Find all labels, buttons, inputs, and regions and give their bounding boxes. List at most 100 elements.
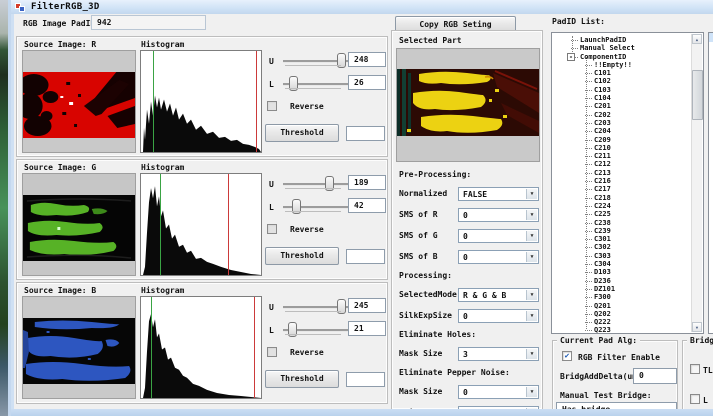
tree-item[interactable]: C239: [552, 227, 691, 235]
chevron-down-icon[interactable]: ▼: [526, 189, 537, 199]
l-slider-thumb-r[interactable]: [289, 76, 298, 91]
source-image-g[interactable]: [22, 173, 136, 276]
scrollbar-thumb[interactable]: [692, 70, 703, 120]
tree-item[interactable]: D103: [552, 268, 691, 276]
tree-item-label: Q223: [594, 326, 611, 333]
tree-item[interactable]: C302: [552, 243, 691, 251]
u-slider-thumb-r[interactable]: [337, 53, 346, 68]
u-value-g[interactable]: 189: [348, 175, 386, 190]
u-value-b[interactable]: 245: [348, 298, 386, 313]
bridge-add-delta-input[interactable]: 0: [633, 368, 677, 384]
bridge-l-checkbox[interactable]: [690, 394, 700, 404]
l-slider-thumb-b[interactable]: [288, 322, 297, 337]
tree-item[interactable]: C103: [552, 86, 691, 94]
l-value-b[interactable]: 21: [348, 321, 386, 336]
u-slider-b[interactable]: [283, 299, 349, 315]
tree-item[interactable]: C202: [552, 111, 691, 119]
tree-item[interactable]: C238: [552, 219, 691, 227]
tree-item[interactable]: C102: [552, 77, 691, 85]
threshold-value-box-r[interactable]: [346, 126, 385, 141]
manual-test-bridge-input[interactable]: Has bridge: [556, 402, 677, 409]
tree-item[interactable]: C211: [552, 152, 691, 160]
chevron-down-icon[interactable]: ▼: [526, 349, 537, 359]
bridge-tl-checkbox[interactable]: [690, 364, 700, 374]
threshold-value-box-g[interactable]: [346, 249, 385, 264]
tree-item[interactable]: C210: [552, 144, 691, 152]
tree-item[interactable]: C212: [552, 160, 691, 168]
l-value-g[interactable]: 42: [348, 198, 386, 213]
rgb-image-padid-value[interactable]: 942: [91, 15, 206, 30]
tree-item[interactable]: C104: [552, 94, 691, 102]
param-dropdown[interactable]: R & G & B▼: [458, 288, 539, 302]
param-dropdown[interactable]: 3▼: [458, 347, 539, 361]
param-dropdown[interactable]: 0▼: [458, 229, 539, 243]
tree-item[interactable]: C217: [552, 185, 691, 193]
reverse-checkbox-g[interactable]: [267, 224, 277, 234]
tree-item[interactable]: C301: [552, 235, 691, 243]
tree-item[interactable]: Q202: [552, 310, 691, 318]
tree-item[interactable]: !!Empty!!: [552, 61, 691, 69]
tree-item[interactable]: C216: [552, 177, 691, 185]
l-value-r[interactable]: 26: [348, 75, 386, 90]
param-dropdown[interactable]: 0▼: [458, 250, 539, 264]
threshold-button-g[interactable]: Threshold: [265, 247, 339, 265]
tree-item[interactable]: F300: [552, 293, 691, 301]
reverse-checkbox-r[interactable]: [267, 101, 277, 111]
tree-item-label: C203: [594, 119, 611, 127]
chevron-down-icon[interactable]: ▼: [526, 252, 537, 262]
source-image-b[interactable]: [22, 296, 136, 399]
source-image-r[interactable]: [22, 50, 136, 153]
titlebar[interactable]: FilterRGB_3D: [11, 0, 713, 14]
tree-item[interactable]: DZ101: [552, 285, 691, 293]
tree-item[interactable]: Q223: [552, 326, 691, 333]
collapse-icon[interactable]: -: [567, 53, 575, 61]
reverse-checkbox-b[interactable]: [267, 347, 277, 357]
chevron-down-icon[interactable]: ▼: [526, 210, 537, 220]
l-slider-thumb-g[interactable]: [292, 199, 301, 214]
tree-item[interactable]: D236: [552, 277, 691, 285]
tree-item[interactable]: C218: [552, 194, 691, 202]
u-slider-r[interactable]: [283, 53, 349, 69]
tree-item[interactable]: C213: [552, 169, 691, 177]
tree-item[interactable]: C209: [552, 136, 691, 144]
param-dropdown[interactable]: 0▼: [458, 385, 539, 399]
tree-item[interactable]: C304: [552, 260, 691, 268]
tree-item[interactable]: C203: [552, 119, 691, 127]
tree-item[interactable]: C224: [552, 202, 691, 210]
chevron-down-icon[interactable]: ▼: [526, 311, 537, 321]
chevron-down-icon[interactable]: ▼: [526, 290, 537, 300]
tree-item[interactable]: Q201: [552, 302, 691, 310]
tree-item[interactable]: C101: [552, 69, 691, 77]
tree-item[interactable]: Q222: [552, 318, 691, 326]
l-slider-b[interactable]: [283, 322, 349, 338]
tree-item[interactable]: C303: [552, 252, 691, 260]
rgb-image-padid-label: RGB Image PadID:: [23, 19, 100, 28]
l-slider-g[interactable]: [283, 199, 349, 215]
tree-item[interactable]: C225: [552, 210, 691, 218]
param-dropdown[interactable]: FALSE▼: [458, 187, 539, 201]
scroll-up-icon[interactable]: ▲: [692, 34, 702, 44]
tree-item[interactable]: C201: [552, 102, 691, 110]
chevron-down-icon[interactable]: ▼: [526, 387, 537, 397]
rgb-filter-enable-checkbox[interactable]: ✔: [562, 351, 572, 361]
tree-item[interactable]: Manual Select: [552, 44, 691, 52]
u-slider-thumb-g[interactable]: [325, 176, 334, 191]
u-slider-thumb-b[interactable]: [337, 299, 346, 314]
threshold-button-r[interactable]: Threshold: [265, 124, 339, 142]
threshold-button-b[interactable]: Threshold: [265, 370, 339, 388]
chevron-down-icon[interactable]: ▼: [526, 231, 537, 241]
selected-part-image[interactable]: [396, 48, 540, 162]
param-dropdown[interactable]: 0▼: [458, 309, 539, 323]
padid-tree[interactable]: LaunchPadIDManual Select-ComponentID!!Em…: [551, 32, 704, 334]
scroll-down-icon[interactable]: ▼: [692, 322, 702, 332]
u-value-r[interactable]: 248: [348, 52, 386, 67]
u-slider-g[interactable]: [283, 176, 349, 192]
threshold-value-box-b[interactable]: [346, 372, 385, 387]
tree-scrollbar[interactable]: ▲ ▼: [691, 34, 702, 332]
tree-item[interactable]: LaunchPadID: [552, 36, 691, 44]
tree-item[interactable]: -ComponentID: [552, 53, 691, 61]
tree-item[interactable]: C204: [552, 127, 691, 135]
tree-item-label: C104: [594, 94, 611, 102]
l-slider-r[interactable]: [283, 76, 349, 92]
param-dropdown[interactable]: 0▼: [458, 208, 539, 222]
